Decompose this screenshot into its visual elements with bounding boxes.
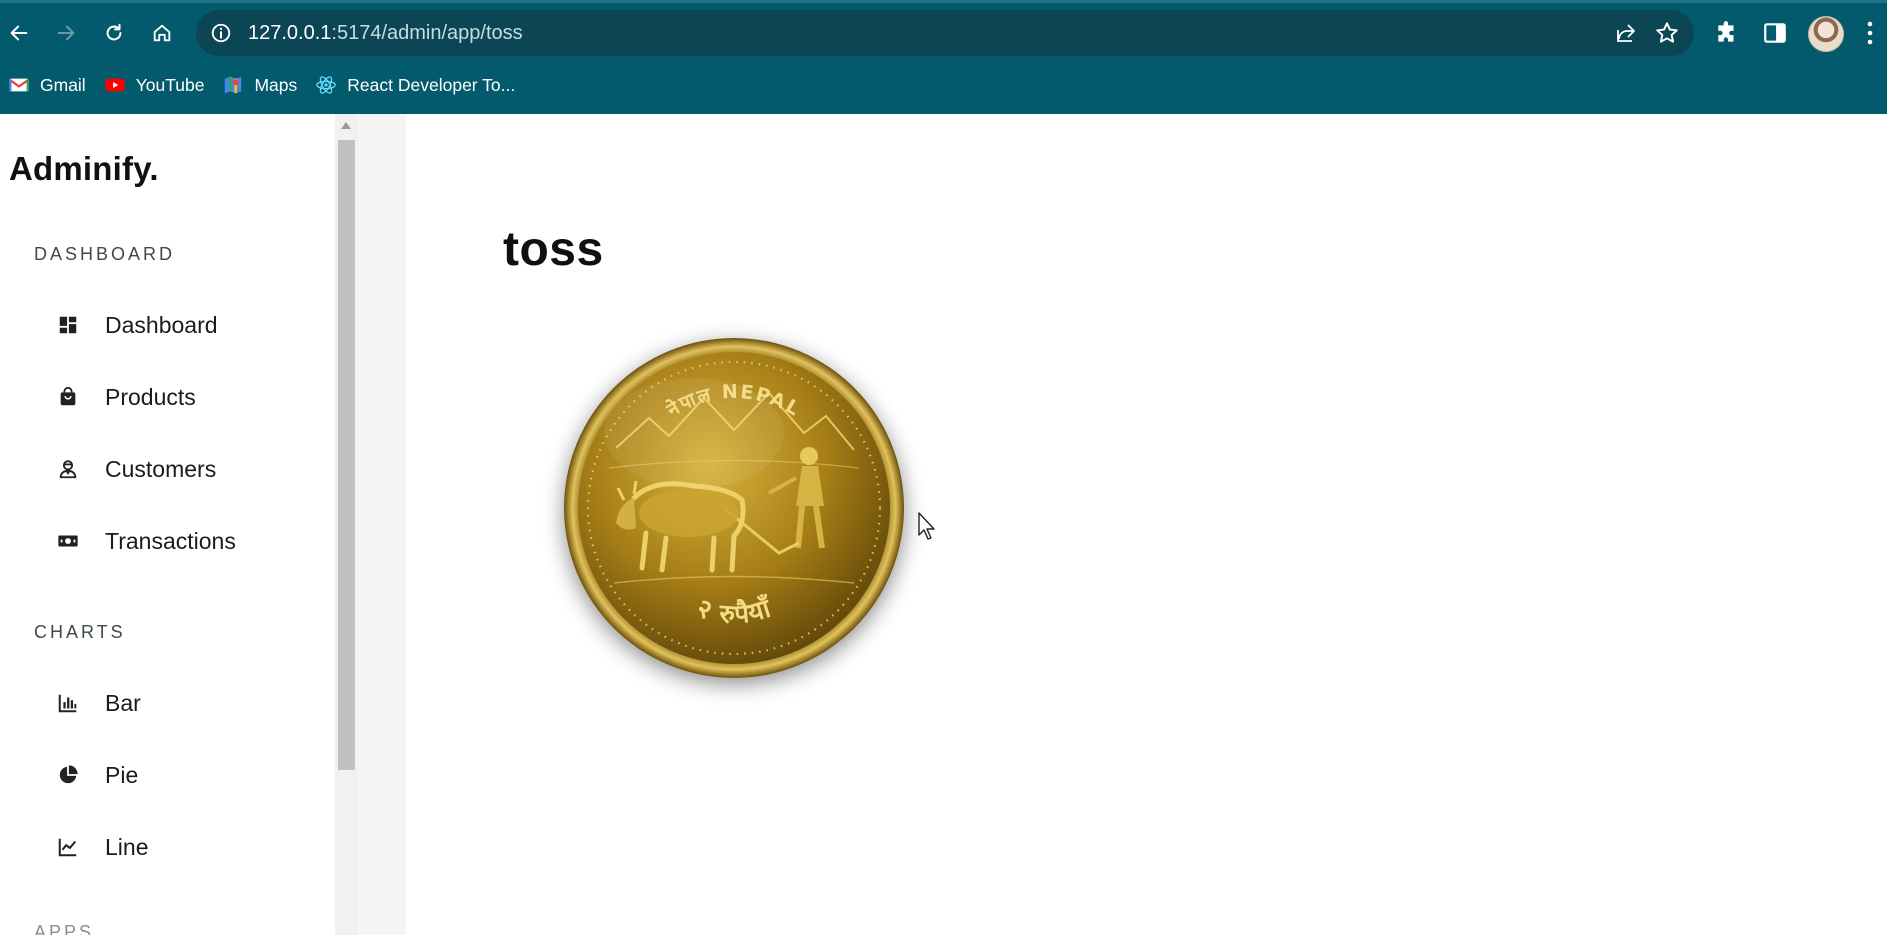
dashboard-icon (56, 313, 80, 337)
reload-button[interactable] (97, 16, 131, 50)
home-icon (153, 24, 171, 42)
main-content: toss नेपाल NEPAL २ रुपैयाँ (406, 114, 1887, 935)
bookmark-label: Maps (254, 74, 298, 95)
bar-chart-icon (56, 691, 80, 715)
extensions-icon[interactable] (1714, 20, 1740, 46)
section-title-dashboard: DASHBOARD (34, 244, 176, 264)
sidebar-item-customers[interactable]: Customers (56, 445, 316, 493)
bookmark-react-devtools[interactable]: React Developer To... (307, 68, 525, 102)
mouse-cursor-icon (918, 512, 935, 540)
bookmarks-bar: Gmail YouTube Maps React Developer To... (0, 68, 525, 102)
bookmark-youtube[interactable]: YouTube (96, 68, 215, 102)
profile-avatar[interactable] (1808, 16, 1844, 52)
sidebar-item-label: Dashboard (105, 311, 218, 338)
back-icon (10, 25, 28, 41)
coin-image: नेपाल NEPAL २ रुपैयाँ (564, 338, 904, 678)
tab-strip (0, 0, 1887, 3)
sidebar-item-bar[interactable]: Bar (56, 679, 316, 727)
gmail-icon (9, 78, 29, 92)
sidebar-item-products[interactable]: Products (56, 373, 316, 421)
kebab-menu-icon[interactable] (1866, 20, 1874, 46)
youtube-icon (105, 78, 125, 92)
section-title-apps: APPS (34, 922, 95, 935)
address-bar[interactable]: 127.0.0.1:5174/admin/app/toss (196, 10, 1694, 56)
bookmark-gmail[interactable]: Gmail (0, 68, 96, 102)
browser-chrome: 127.0.0.1:5174/admin/app/toss Gmail YouT… (0, 0, 1887, 114)
line-chart-icon (56, 835, 80, 859)
scroll-thumb[interactable] (338, 140, 355, 770)
sidebar-scrollbar[interactable] (335, 114, 358, 935)
forward-icon (57, 25, 75, 41)
url-path: :5174/admin/app/toss (331, 22, 523, 44)
maps-icon (225, 76, 242, 94)
back-button[interactable] (2, 16, 36, 50)
section-title-charts: CHARTS (34, 622, 126, 642)
sidebar-item-label: Products (105, 383, 196, 410)
side-panel-icon[interactable] (1762, 20, 1788, 46)
layout-gutter (358, 114, 406, 935)
url-host: 127.0.0.1 (248, 22, 332, 44)
pie-chart-icon (56, 763, 80, 787)
sidebar: Adminify. DASHBOARD Dashboard Products C… (0, 114, 335, 935)
reload-icon (106, 23, 122, 41)
sidebar-item-line[interactable]: Line (56, 823, 316, 871)
bookmark-maps[interactable]: Maps (214, 68, 307, 102)
sidebar-item-label: Customers (105, 455, 217, 482)
sidebar-item-pie[interactable]: Pie (56, 751, 316, 799)
toss-coin[interactable]: नेपाल NEPAL २ रुपैयाँ (564, 338, 904, 678)
share-icon[interactable] (1614, 21, 1638, 45)
forward-button[interactable] (49, 16, 83, 50)
home-button[interactable] (145, 16, 179, 50)
shopping-bag-icon (56, 385, 80, 409)
sidebar-item-label: Transactions (105, 527, 236, 554)
page-title: toss (503, 223, 604, 276)
url-text[interactable]: 127.0.0.1:5174/admin/app/toss (248, 22, 523, 45)
brand-logo[interactable]: Adminify. (9, 150, 159, 188)
sidebar-item-label: Bar (105, 689, 141, 716)
money-icon (56, 529, 80, 553)
star-icon[interactable] (1654, 20, 1680, 46)
react-icon (316, 76, 337, 94)
customer-icon (56, 457, 80, 481)
info-icon[interactable] (210, 22, 232, 44)
scroll-up-arrow-icon[interactable] (341, 122, 351, 129)
bookmark-label: React Developer To... (347, 74, 516, 95)
sidebar-item-label: Pie (105, 761, 139, 788)
sidebar-item-dashboard[interactable]: Dashboard (56, 301, 316, 349)
bookmark-label: Gmail (40, 74, 86, 95)
bookmark-label: YouTube (135, 74, 205, 95)
sidebar-item-transactions[interactable]: Transactions (56, 517, 316, 565)
sidebar-item-label: Line (105, 833, 149, 860)
